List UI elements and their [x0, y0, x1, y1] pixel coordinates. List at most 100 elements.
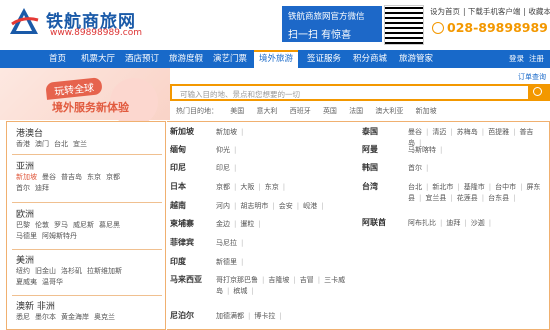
nav-travel-butler[interactable]: 旅游管家 [394, 50, 438, 68]
city-link[interactable]: 罗马 [54, 221, 68, 229]
hot-destination[interactable]: 美国 [230, 107, 244, 115]
city-link[interactable]: 洛杉矶 [61, 267, 82, 275]
country-name[interactable]: 马来西亚 [170, 274, 202, 285]
city-link[interactable]: 阿布扎比 [408, 219, 436, 227]
city-link[interactable]: 加德满都 [216, 312, 244, 320]
city-link[interactable]: 澳门 [35, 140, 49, 148]
nav-flights[interactable]: 机票大厅 [76, 50, 120, 68]
nav-points-mall[interactable]: 积分商城 [348, 50, 392, 68]
city-link[interactable]: 普吉岛 [61, 173, 82, 181]
hot-destination[interactable]: 西班牙 [290, 107, 311, 115]
city-link[interactable]: 温哥华 [42, 278, 63, 286]
hot-destination[interactable]: 法国 [349, 107, 363, 115]
city-link[interactable]: 马斯喀特 [408, 146, 436, 154]
city-link[interactable]: 宜兰 [73, 140, 87, 148]
city-link[interactable]: 首尔 [16, 184, 30, 192]
city-link[interactable]: 香港 [16, 140, 30, 148]
nav-hotels[interactable]: 酒店预订 [120, 50, 164, 68]
city-link[interactable]: 伦敦 [35, 221, 49, 229]
city-link[interactable]: 巴黎 [16, 221, 30, 229]
nav-overseas-travel[interactable]: 境外旅游 [254, 50, 299, 68]
country-name[interactable]: 泰国 [362, 126, 378, 137]
city-link[interactable]: 胡志明市 [240, 202, 268, 210]
country-name[interactable]: 尼泊尔 [170, 310, 194, 321]
region-asia[interactable]: 亚洲 新加坡 曼谷 普吉岛 东京 京都 首尔 迪拜 [16, 159, 166, 194]
city-link[interactable]: 迪拜 [446, 219, 460, 227]
country-name[interactable]: 韩国 [362, 162, 378, 173]
city-link[interactable]: 东京 [87, 173, 101, 181]
city-link[interactable]: 台北 [54, 140, 68, 148]
nav-tickets[interactable]: 演艺门票 [208, 50, 252, 68]
city-link[interactable]: 清迈 [432, 128, 446, 136]
city-link[interactable]: 沙迦 [471, 219, 485, 227]
city-link[interactable]: 台东县 [488, 194, 509, 202]
nav-holidays[interactable]: 旅游度假 [164, 50, 208, 68]
city-link[interactable]: 苏梅岛 [457, 128, 478, 136]
city-link[interactable]: 拉斯维加斯 [87, 267, 122, 275]
region-americas[interactable]: 美洲 纽约 旧金山 洛杉矶 拉斯维加斯 夏威夷 温哥华 [16, 253, 166, 288]
city-link[interactable]: 新北市 [432, 183, 453, 191]
hot-destination[interactable]: 英国 [323, 107, 337, 115]
download-app-link[interactable]: 下载手机客户端 [468, 7, 521, 16]
city-link[interactable]: 京都 [216, 183, 230, 191]
country-name[interactable]: 阿曼 [362, 144, 378, 155]
city-link[interactable]: 夏威夷 [16, 278, 37, 286]
city-link[interactable]: 悉尼 [16, 313, 30, 321]
city-link[interactable]: 马尼拉 [216, 239, 237, 247]
city-link[interactable]: 花莲县 [457, 194, 478, 202]
bookmark-link[interactable]: 收藏本站 [528, 7, 550, 16]
country-name[interactable]: 菲律宾 [170, 237, 194, 248]
region-oceania-africa[interactable]: 澳新 非洲 悉尼 墨尔本 黄金海岸 奥克兰 [16, 299, 166, 323]
city-link[interactable]: 马德里 [16, 232, 37, 240]
region-europe[interactable]: 欧洲 巴黎 伦敦 罗马 威尼斯 慕尼黑 马德里 阿姆斯特丹 [16, 207, 166, 242]
city-link[interactable]: 新德里 [216, 258, 237, 266]
hot-destination[interactable]: 澳大利亚 [375, 107, 403, 115]
city-link[interactable]: 曼谷 [42, 173, 56, 181]
hot-destination[interactable]: 意大利 [256, 107, 277, 115]
city-link[interactable]: 台中市 [495, 183, 516, 191]
city-link[interactable]: 吉冒 [300, 276, 314, 284]
city-link[interactable]: 京都 [106, 173, 120, 181]
city-link[interactable]: 哥打京那巴鲁 [216, 276, 258, 284]
city-link[interactable]: 会安 [279, 202, 293, 210]
city-link[interactable]: 河内 [216, 202, 230, 210]
hot-destination[interactable]: 新加坡 [416, 107, 437, 115]
register-link[interactable]: 注册 [524, 50, 549, 68]
country-name[interactable]: 阿联酋 [362, 217, 386, 228]
city-link[interactable]: 东京 [265, 183, 279, 191]
city-link[interactable]: 纽约 [16, 267, 30, 275]
city-link[interactable]: 台北 [408, 183, 422, 191]
city-link[interactable]: 墨尔本 [35, 313, 56, 321]
logo-icon[interactable] [8, 6, 40, 36]
region-hk-macau-taiwan[interactable]: 港澳台 香港 澳门 台北 宜兰 [16, 126, 166, 150]
destination-search-input[interactable]: 可输入目的地、景点和您想要的一切 [170, 84, 530, 101]
nav-visa[interactable]: 签证服务 [302, 50, 346, 68]
city-link[interactable]: 印尼 [216, 164, 230, 172]
city-link[interactable]: 曼谷 [408, 128, 422, 136]
country-name[interactable]: 台湾 [362, 181, 378, 192]
city-link[interactable]: 岘港 [303, 202, 317, 210]
city-link[interactable]: 基隆市 [464, 183, 485, 191]
city-link[interactable]: 吉隆坡 [268, 276, 289, 284]
city-link[interactable]: 暹粒 [240, 220, 254, 228]
city-link[interactable]: 宜兰县 [425, 194, 446, 202]
city-link[interactable]: 旧金山 [35, 267, 56, 275]
city-link[interactable]: 槟城 [233, 287, 247, 295]
city-link[interactable]: 慕尼黑 [99, 221, 120, 229]
city-link[interactable]: 阿姆斯特丹 [42, 232, 77, 240]
country-name[interactable]: 印度 [170, 256, 186, 267]
nav-home[interactable]: 首页 [44, 50, 71, 68]
city-link[interactable]: 黄金海岸 [61, 313, 89, 321]
city-link[interactable]: 迪拜 [35, 184, 49, 192]
country-name[interactable]: 日本 [170, 181, 186, 192]
order-query-link[interactable]: 订单查询 [518, 72, 546, 82]
city-link[interactable]: 博卡拉 [254, 312, 275, 320]
country-name[interactable]: 缅甸 [170, 144, 186, 155]
search-button[interactable] [528, 84, 550, 101]
city-link[interactable]: 新加坡 [216, 128, 237, 136]
city-link[interactable]: 大阪 [240, 183, 254, 191]
country-name[interactable]: 柬埔寨 [170, 218, 194, 229]
set-homepage-link[interactable]: 设为首页 [430, 7, 460, 16]
city-link[interactable]: 威尼斯 [73, 221, 94, 229]
city-link[interactable]: 奥克兰 [94, 313, 115, 321]
